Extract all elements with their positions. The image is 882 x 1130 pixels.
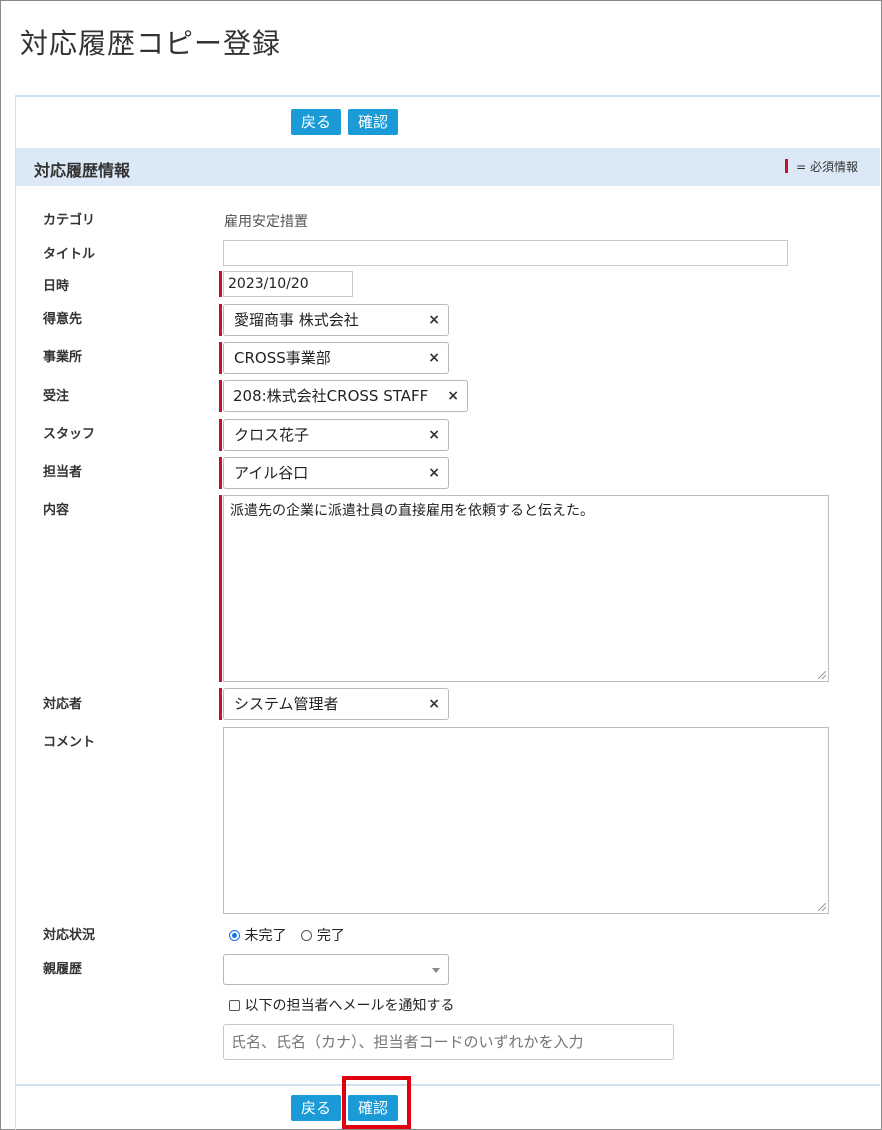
category-label: カテゴリ [43,213,96,228]
notify-search-input[interactable] [223,1024,674,1060]
required-marker-icon [785,159,789,173]
chevron-down-icon [432,968,440,973]
person-in-charge-value: アイル谷口 [234,464,309,482]
status-complete-label[interactable]: 完了 [317,928,345,944]
resize-grip-icon[interactable] [818,671,826,679]
status-incomplete-radio[interactable] [229,930,240,941]
required-marker [219,457,222,489]
required-marker [219,342,222,374]
order-label: 受注 [43,389,70,404]
office-select[interactable]: CROSS事業部 × [223,342,449,374]
divider [16,1084,880,1086]
person-in-charge-select[interactable]: アイル谷口 × [223,457,449,489]
staff-select[interactable]: クロス花子 × [223,419,449,451]
person-in-charge-label: 担当者 [43,465,83,480]
order-value: 208:株式会社CROSS STAFF [233,387,429,405]
clear-staff-icon[interactable]: × [428,420,440,450]
office-value: CROSS事業部 [234,349,331,367]
section-title: 対応履歴情報 [34,161,131,180]
required-marker [219,271,222,297]
required-legend-text: = 必須情報 [796,160,858,174]
notify-label[interactable]: 以下の担当者へメールを通知する [244,998,454,1014]
content-label: 内容 [43,503,70,518]
required-legend: = 必須情報 [785,158,858,175]
clear-office-icon[interactable]: × [428,343,440,373]
parent-history-select[interactable] [223,954,449,985]
parent-history-label: 親履歴 [43,962,83,977]
page-title: 対応履歴コピー登録 [20,27,282,60]
handler-value: システム管理者 [234,695,339,713]
customer-select[interactable]: 愛瑠商事 株式会社 × [223,304,449,336]
handler-select[interactable]: システム管理者 × [223,688,449,720]
notify-row: 以下の担当者へメールを通知する [229,995,454,1015]
office-label: 事業所 [43,350,83,365]
staff-value: クロス花子 [234,426,310,444]
clear-person-in-charge-icon[interactable]: × [428,458,440,488]
highlight-annotation [342,1076,411,1129]
title-label: タイトル [43,247,96,262]
status-complete-radio[interactable] [301,930,313,941]
status-label: 対応状況 [43,928,96,943]
status-radio-group: 未完了 完了 [229,925,345,945]
comment-label: コメント [43,735,96,750]
clear-customer-icon[interactable]: × [428,305,440,335]
required-marker [219,688,222,720]
category-value: 雇用安定措置 [224,214,308,230]
status-incomplete-label[interactable]: 未完了 [244,928,286,944]
title-input[interactable] [223,240,788,266]
customer-label: 得意先 [43,312,83,327]
required-marker [219,304,222,336]
section-header: 対応履歴情報 = 必須情報 [16,148,880,186]
handler-label: 対応者 [43,697,83,712]
staff-label: スタッフ [43,427,96,442]
content-text: 派遣先の企業に派遣社員の直接雇用を依頼すると伝えた。 [230,503,594,519]
notify-checkbox[interactable] [229,1000,240,1011]
confirm-button-top[interactable]: 確認 [348,109,398,135]
customer-value: 愛瑠商事 株式会社 [234,311,359,329]
date-input[interactable]: 2023/10/20 [223,271,353,297]
clear-handler-icon[interactable]: × [428,689,440,719]
order-select[interactable]: 208:株式会社CROSS STAFF × [223,380,468,412]
required-marker [219,380,222,412]
back-button-top[interactable]: 戻る [291,109,341,135]
required-marker [219,419,222,451]
required-marker [219,495,222,682]
back-button-bottom[interactable]: 戻る [291,1095,341,1121]
resize-grip-icon[interactable] [818,903,826,911]
clear-order-icon[interactable]: × [447,381,459,411]
content-textarea[interactable]: 派遣先の企業に派遣社員の直接雇用を依頼すると伝えた。 [223,495,829,682]
datetime-label: 日時 [43,279,70,294]
comment-textarea[interactable] [223,727,829,914]
